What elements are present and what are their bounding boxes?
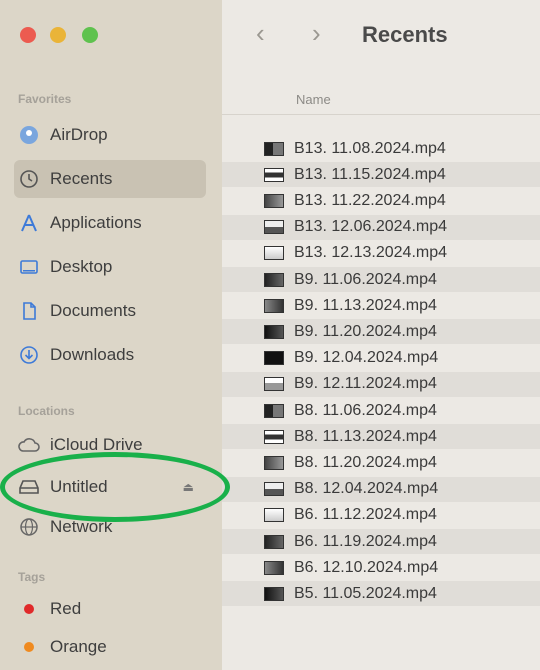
file-name: B8. 12.04.2024.mp4 [294, 480, 439, 498]
sidebar-item-recents[interactable]: Recents [14, 160, 206, 198]
sidebar-item-label: Recents [50, 169, 113, 188]
red-tag-dot-icon [24, 604, 34, 614]
tags-section-title: Tags [18, 570, 46, 584]
video-thumbnail-icon [264, 482, 284, 497]
file-name: B6. 12.10.2024.mp4 [294, 558, 439, 576]
file-name: B9. 12.04.2024.mp4 [294, 349, 439, 367]
column-header: Name [222, 84, 540, 115]
file-name: B5. 11.05.2024.mp4 [294, 584, 437, 602]
sidebar-item-label: Documents [50, 301, 136, 320]
video-thumbnail-icon [264, 220, 284, 235]
file-name: B9. 12.11.2024.mp4 [294, 375, 437, 393]
file-row[interactable]: B8. 12.04.2024.mp4 [222, 476, 540, 502]
cloud-icon [18, 434, 40, 456]
finder-window: Favorites AirDrop Recents Applications D… [0, 0, 540, 670]
video-thumbnail-icon [264, 324, 284, 339]
video-thumbnail-icon [264, 455, 284, 470]
file-row[interactable]: B8. 11.06.2024.mp4 [222, 398, 540, 423]
video-thumbnail-icon [264, 377, 284, 392]
locations-section-title: Locations [18, 404, 75, 418]
video-thumbnail-icon [264, 508, 284, 523]
file-name: B13. 11.15.2024.mp4 [294, 165, 446, 183]
file-row[interactable]: B9. 11.06.2024.mp4 [222, 267, 540, 292]
video-thumbnail-icon [264, 141, 284, 156]
file-name: B9. 11.06.2024.mp4 [294, 270, 437, 288]
main-content: ‹ › Recents Name B13. 11.08.2024.mp4 B13.… [222, 0, 540, 670]
file-name: B13. 12.13.2024.mp4 [294, 244, 448, 262]
file-row[interactable]: B13. 11.15.2024.mp4 [222, 162, 540, 188]
sidebar-item-label: AirDrop [50, 125, 108, 144]
airdrop-icon [18, 124, 40, 146]
file-row[interactable]: B6. 11.12.2024.mp4 [222, 503, 540, 528]
sidebar-item-airdrop[interactable]: AirDrop [14, 116, 206, 154]
file-row[interactable]: B13. 12.06.2024.mp4 [222, 214, 540, 240]
file-row[interactable]: B8. 11.13.2024.mp4 [222, 424, 540, 450]
sidebar-item-desktop[interactable]: Desktop [14, 248, 206, 286]
download-icon [18, 344, 40, 366]
sidebar-item-applications[interactable]: Applications [14, 204, 206, 242]
zoom-window-button[interactable] [82, 27, 98, 43]
minimize-window-button[interactable] [50, 27, 66, 43]
file-name: B9. 11.13.2024.mp4 [294, 296, 437, 314]
video-thumbnail-icon [264, 272, 284, 287]
applications-icon [18, 212, 40, 234]
favorites-section-title: Favorites [18, 92, 72, 106]
sidebar-item-label: Downloads [50, 345, 135, 364]
orange-tag-dot-icon [24, 642, 34, 652]
forward-button[interactable]: › [312, 18, 321, 49]
file-name: B13. 12.06.2024.mp4 [294, 218, 448, 236]
file-name: B13. 11.22.2024.mp4 [294, 191, 446, 209]
video-thumbnail-icon [264, 246, 284, 261]
file-row[interactable]: B5. 11.05.2024.mp4 [222, 581, 540, 607]
video-thumbnail-icon [264, 351, 284, 366]
video-thumbnail-icon [264, 193, 284, 208]
name-column-header[interactable]: Name [296, 92, 331, 107]
highlight-annotation-ellipse [0, 452, 230, 522]
globe-icon [18, 516, 40, 538]
sidebar-tag-orange[interactable]: Orange [14, 628, 206, 666]
video-thumbnail-icon [264, 586, 284, 601]
video-thumbnail-icon [264, 298, 284, 313]
file-name: B6. 11.19.2024.mp4 [294, 532, 437, 550]
file-name: B9. 11.20.2024.mp4 [294, 322, 437, 340]
sidebar-tag-red[interactable]: Red [14, 590, 206, 628]
file-row[interactable]: B13. 11.08.2024.mp4 [222, 136, 540, 161]
back-button[interactable]: ‹ [256, 18, 265, 49]
document-icon [18, 300, 40, 322]
video-thumbnail-icon [264, 560, 284, 575]
sidebar-item-documents[interactable]: Documents [14, 292, 206, 330]
file-name: B8. 11.13.2024.mp4 [294, 427, 437, 445]
file-name: B8. 11.20.2024.mp4 [294, 453, 437, 471]
file-row[interactable]: B9. 11.20.2024.mp4 [222, 319, 540, 345]
file-row[interactable]: B6. 11.19.2024.mp4 [222, 529, 540, 554]
file-row[interactable]: B9. 12.11.2024.mp4 [222, 371, 540, 397]
file-row[interactable]: B13. 12.13.2024.mp4 [222, 241, 540, 266]
file-row[interactable]: B8. 11.20.2024.mp4 [222, 450, 540, 475]
file-row[interactable]: B13. 11.22.2024.mp4 [222, 188, 540, 213]
window-title: Recents [362, 22, 448, 47]
desktop-icon [18, 256, 40, 278]
file-name: B13. 11.08.2024.mp4 [294, 139, 446, 157]
sidebar-item-label: Desktop [50, 257, 113, 276]
sidebar-item-label: Orange [50, 637, 107, 656]
sidebar-item-label: Red [50, 599, 82, 618]
close-window-button[interactable] [20, 27, 36, 43]
clock-icon [18, 168, 40, 190]
video-thumbnail-icon [264, 167, 284, 182]
video-thumbnail-icon [264, 534, 284, 549]
file-name: B8. 11.06.2024.mp4 [294, 401, 437, 419]
sidebar-item-downloads[interactable]: Downloads [14, 336, 206, 374]
file-row[interactable]: B9. 11.13.2024.mp4 [222, 293, 540, 318]
sidebar-item-label: Applications [50, 213, 142, 232]
toolbar: ‹ › Recents [222, 0, 540, 76]
file-row[interactable]: B9. 12.04.2024.mp4 [222, 346, 540, 371]
video-thumbnail-icon [264, 403, 284, 418]
file-row[interactable]: B6. 12.10.2024.mp4 [222, 555, 540, 580]
file-name: B6. 11.12.2024.mp4 [294, 506, 437, 524]
video-thumbnail-icon [264, 429, 284, 444]
sidebar: Favorites AirDrop Recents Applications D… [0, 0, 222, 670]
